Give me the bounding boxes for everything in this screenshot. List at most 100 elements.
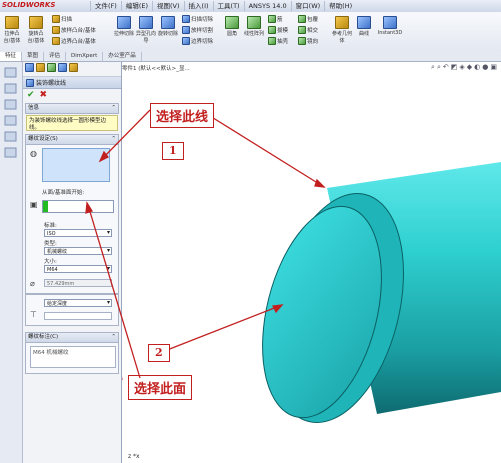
cut-revolve-icon <box>161 16 175 29</box>
rib-button[interactable]: 筋 <box>268 14 288 24</box>
tab-0[interactable]: 特征 <box>0 52 23 61</box>
mirror-button[interactable]: 镜向 <box>298 36 318 46</box>
start-face-selection-box[interactable] <box>42 200 114 213</box>
features-group-b: 包覆 相交 镜向 <box>298 14 318 46</box>
cut-revolve-button[interactable]: 旋转切除 <box>158 16 178 37</box>
end-condition-select[interactable]: 给定深度 <box>44 299 112 307</box>
linear-pattern-button[interactable]: 线性阵列 <box>244 16 264 37</box>
cut-revolve-label: 旋转切除 <box>158 31 179 37</box>
mirror-icon <box>298 37 306 45</box>
linear-pattern-label: 线性阵列 <box>244 31 265 37</box>
extrude-boss-icon <box>5 16 19 29</box>
depth-input[interactable] <box>44 312 112 320</box>
tab-2[interactable]: 评估 <box>44 52 67 61</box>
face-plane-icon: ▣ <box>30 200 38 209</box>
pm-title: 装饰螺纹线 <box>36 80 67 87</box>
command-tabs: 特征 草图 评估 DimXpert 办公室产品 <box>0 52 501 62</box>
loft-button[interactable]: 放样凸台/基体 <box>52 25 96 35</box>
menu-item[interactable]: 窗口(W) <box>290 1 325 11</box>
curves-button[interactable]: 曲线 <box>354 16 374 37</box>
selection-indicator <box>43 201 48 212</box>
diameter-input[interactable]: 57.429mm <box>44 279 112 287</box>
ref-geometry-button[interactable]: 参考几何体 <box>332 16 352 44</box>
diameter-icon: ⌀ <box>30 279 35 288</box>
thread-callout-header[interactable]: 螺纹标注(C) ⌃ <box>25 332 119 343</box>
cut-extrude-button[interactable]: 拉伸切除 <box>114 16 134 37</box>
solidworks-logo: SOLIDWORKS <box>2 1 56 9</box>
feature-tree-icon[interactable] <box>25 63 34 72</box>
configuration-icon[interactable] <box>47 63 56 72</box>
menu-item[interactable]: 帮助(H) <box>324 1 356 11</box>
instant3d-button[interactable]: Instant3D <box>376 16 404 36</box>
curves-label: 曲线 <box>358 31 369 37</box>
callout-text-box[interactable]: M64 机械螺纹 <box>30 346 116 368</box>
boundary-icon <box>52 37 60 45</box>
sweep-button[interactable]: 扫描 <box>52 14 96 24</box>
menu-item[interactable]: 工具(T) <box>212 1 244 11</box>
display-manager-icon[interactable] <box>69 63 78 72</box>
revolve-boss-label: 旋转凸台/基体 <box>27 31 45 44</box>
callout-number-2: 2 <box>148 344 170 362</box>
task-pane-icons <box>4 67 17 158</box>
cut-loft-label: 放样切割 <box>191 28 214 34</box>
draft-label: 拔模 <box>277 28 289 34</box>
extrude-boss-button[interactable]: 拉伸凸台/基体 <box>2 16 22 44</box>
property-manager: 装饰螺纹线 ✔ ✖ 信息 ⌃ 为装饰螺纹线选择一圆形模型边线。 螺纹设定(S) ⌃ … <box>23 62 122 463</box>
menu-item[interactable]: 视图(V) <box>152 1 184 11</box>
hole-wizard-button[interactable]: 异型孔向导 <box>136 16 156 44</box>
wrap-label: 包覆 <box>307 17 319 23</box>
property-manager-icon[interactable] <box>36 63 45 72</box>
tab-1[interactable]: 草图 <box>22 52 45 61</box>
draft-icon <box>268 26 276 34</box>
cut-loft-icon <box>182 26 190 34</box>
size-select[interactable]: M64 <box>44 265 112 273</box>
edge-arrow <box>209 115 325 188</box>
loft-label: 放样凸台/基体 <box>61 28 96 34</box>
standard-label: 标准: <box>44 223 57 229</box>
tab-3[interactable]: DimXpert <box>66 52 104 61</box>
info-header-label: 信息 <box>28 105 40 111</box>
wrap-button[interactable]: 包覆 <box>298 14 318 24</box>
cancel-x-icon[interactable]: ✖ <box>40 90 48 100</box>
shell-label: 抽壳 <box>277 39 289 45</box>
dimxpert-icon[interactable] <box>58 63 67 72</box>
graphics-area[interactable]: 零件1 (默认<<默认>_显... ⌕ ⌕ ↶ ◩ ◈ ◆ ◐ ● ▣ z *x… <box>122 62 501 463</box>
menu-item[interactable]: ANSYS 14.0 <box>243 1 291 11</box>
hole-wizard-icon <box>139 16 153 29</box>
info-section-header[interactable]: 信息 ⌃ <box>25 103 119 114</box>
menu-item[interactable]: 插入(I) <box>183 1 213 11</box>
thread-callout-body: M64 机械螺纹 <box>25 343 119 374</box>
intersect-icon <box>298 26 306 34</box>
rib-label: 筋 <box>277 17 283 23</box>
sweep-icon <box>52 15 60 23</box>
edge-selection-box[interactable] <box>42 148 110 182</box>
standard-select[interactable]: ISO <box>44 229 112 237</box>
menu-item[interactable]: 编辑(E) <box>120 1 152 11</box>
menu-item[interactable]: 文件(F) <box>90 1 121 11</box>
cut-group: 扫描切除 放样切割 边界切除 <box>182 14 213 46</box>
thread-icon <box>26 78 34 87</box>
cut-boundary-label: 边界切除 <box>191 39 214 45</box>
menu-bar: 文件(F) 编辑(E) 视图(V) 插入(I) 工具(T) ANSYS 14.0 窗口(W)… <box>90 1 356 11</box>
callout-select-edge: 选择此线 <box>150 103 215 128</box>
cut-sweep-label: 扫描切除 <box>191 17 214 23</box>
mirror-label: 镜向 <box>307 39 319 45</box>
rib-icon <box>268 15 276 23</box>
intersect-button[interactable]: 相交 <box>298 25 318 35</box>
type-select[interactable]: 机械螺纹 <box>44 247 112 255</box>
ref-geometry-label: 参考几何体 <box>332 31 353 44</box>
revolve-boss-button[interactable]: 旋转凸台/基体 <box>26 16 46 44</box>
info-message: 为装饰螺纹线选择一圆形模型边线。 <box>26 115 118 131</box>
tab-4[interactable]: 办公室产品 <box>103 52 142 61</box>
cut-boundary-button[interactable]: 边界切除 <box>182 36 213 46</box>
boundary-button[interactable]: 边界凸台/基体 <box>52 36 96 46</box>
cut-sweep-button[interactable]: 扫描切除 <box>182 14 213 24</box>
ok-check-icon[interactable]: ✔ <box>27 90 35 100</box>
cut-loft-button[interactable]: 放样切割 <box>182 25 213 35</box>
shell-button[interactable]: 抽壳 <box>268 36 288 46</box>
command-manager: 拉伸凸台/基体 旋转凸台/基体 扫描 放样凸台/基体 边界凸台/基体 拉伸切除 … <box>0 12 501 53</box>
draft-button[interactable]: 拔模 <box>268 25 288 35</box>
fillet-button[interactable]: 圆角 <box>222 16 242 37</box>
thread-settings-header[interactable]: 螺纹设定(S) ⌃ <box>25 134 119 145</box>
extrude-boss-label: 拉伸凸台/基体 <box>3 31 21 44</box>
